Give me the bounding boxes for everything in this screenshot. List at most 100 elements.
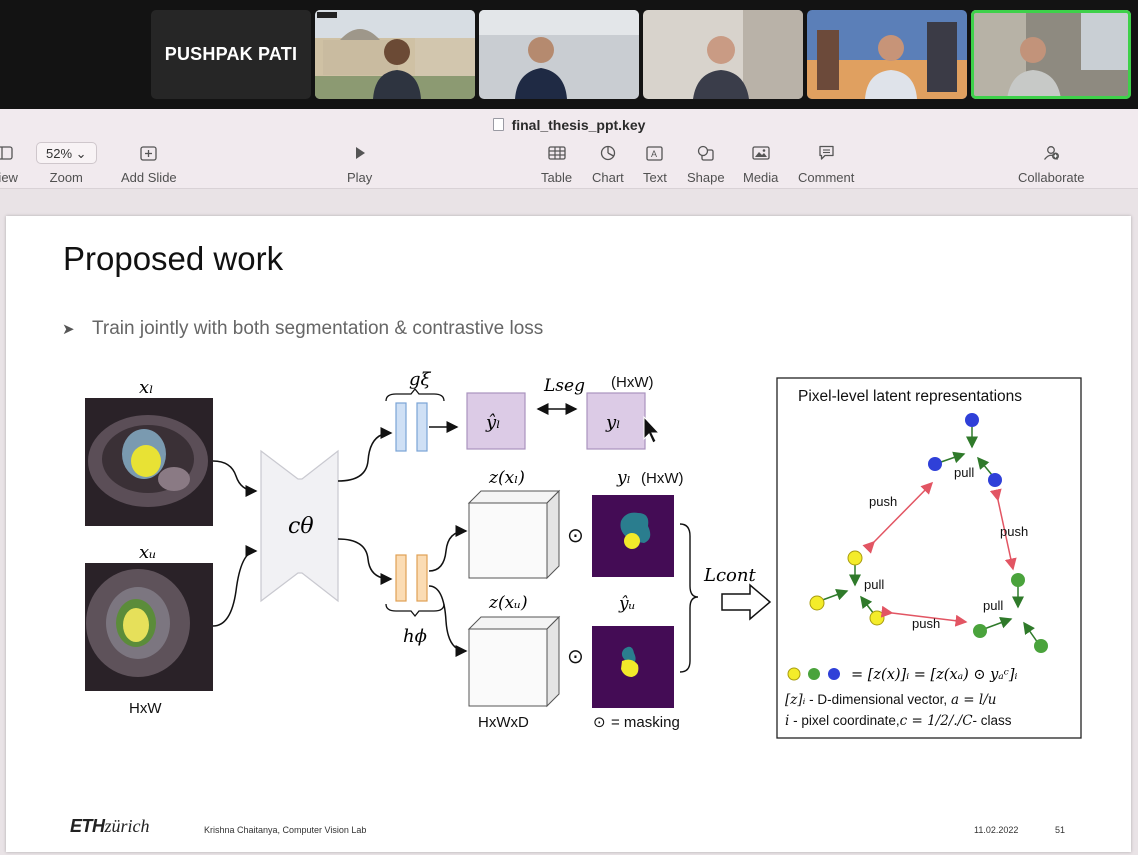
z-xu-label: z(xᵤ) [488,593,528,613]
gt-size-label: (HxW) [611,374,653,391]
definition-line-2: i - pixel coordinate,c = 1/2/./C- class [785,713,1012,729]
document-icon [492,118,504,131]
mri-image-unlabeled [85,563,213,691]
zoom-select[interactable]: 52% ⌄ [36,142,97,164]
pull-label-yellow: pull [864,577,884,592]
encoder-label: cθ [288,514,314,539]
latent-equation: = [z(x)]ᵢ = [z(xₐ) ⊙ yₐᶜ]ᵢ [851,667,1017,683]
participant-video-4[interactable] [807,10,967,99]
contrastive-loss-label: Lcont [703,565,756,586]
participant-name: PUSHPAK PATI [164,44,298,64]
comment-button[interactable]: Comment [798,142,854,185]
slide-title: Proposed work [63,240,284,277]
mri-image-labeled [85,398,213,526]
slide-bullet: ➤ Train jointly with both segmentation & … [62,318,544,339]
view-button[interactable]: View [0,142,18,185]
legend-yellow-dot [787,667,801,681]
push-label-2: push [1000,524,1028,539]
text-icon: A [646,142,664,164]
media-button[interactable]: Media [743,142,778,185]
footer-author: Krishna Chaitanya, Computer Vision Lab [204,825,367,835]
masking-operator-1: ⊙ [567,523,584,547]
blue-point [988,473,1002,487]
blue-point [965,413,979,427]
h-head-layer-1 [395,554,407,602]
participant-video-4-image [807,10,967,99]
g-head-layer-1 [395,402,407,452]
ground-truth-label: yₗ [605,412,621,433]
blue-point [928,457,942,471]
unlabeled-mask-image [592,626,674,708]
collaborate-button[interactable]: Collaborate [1018,142,1085,185]
g-head-label: gξ [409,369,432,390]
pull-label-blue: pull [954,465,974,480]
bullet-arrow-icon: ➤ [62,321,75,338]
participant-tile-name[interactable]: PUSHPAK PATI [151,10,311,99]
document-title: final_thesis_ppt.key [0,117,1138,133]
latent-panel [776,377,1082,739]
shape-icon [697,142,715,164]
z-xl-label: z(xₗ) [488,468,525,488]
add-slide-icon [140,142,157,164]
method-diagram: xₗ xᵤ HxW cθ gξ ŷₗ Lseg (HxW) yₗ hϕ z(xₗ… [85,369,1082,739]
feature-size-label: HxWxD [478,714,529,731]
text-button[interactable]: A Text [643,142,667,185]
play-icon [353,142,367,164]
g-head-layer-2 [416,402,428,452]
masking-legend-symbol: ⊙ [593,713,606,731]
x-u-label: xᵤ [139,542,156,563]
feature-cube-unlabeled [467,615,561,708]
footer-date: 11.02.2022 [974,825,1019,835]
h-head-layer-2 [416,554,428,602]
sidebar-icon [0,142,13,164]
participant-video-5-image [971,10,1131,99]
participant-video-1[interactable] [315,10,475,99]
chart-button[interactable]: Chart [592,142,624,185]
chevron-down-icon: ⌄ [75,146,87,161]
video-strip: PUSHPAK PATI [0,0,1138,109]
comment-icon [818,142,835,164]
mask-yl-label: yₗ [616,468,631,488]
table-button[interactable]: Table [541,142,572,185]
push-label-1: push [869,494,897,509]
green-point [1034,639,1048,653]
green-point [1011,573,1025,587]
play-button[interactable]: Play [347,142,372,185]
participant-video-1-image [315,10,475,99]
prediction-label: ŷₗ [485,412,501,433]
labeled-mask-image [592,495,674,577]
canvas-background [0,190,1138,216]
participant-video-2[interactable] [479,10,639,99]
participant-video-3[interactable] [643,10,803,99]
slide-canvas[interactable]: Proposed work ➤ Train jointly with both s… [6,216,1131,852]
green-point [973,624,987,638]
h-head-label: hϕ [403,626,427,647]
feature-cube-labeled [467,489,561,580]
x-l-label: xₗ [139,377,154,398]
slide-number: 51 [1055,825,1066,835]
legend-green-dot [808,668,820,680]
zoom-button[interactable]: 52% ⌄ Zoom [36,142,97,185]
collaborate-icon [1041,142,1061,164]
pull-label-green: pull [983,598,1003,613]
mouse-cursor-icon [643,415,661,444]
svg-text:A: A [651,149,657,159]
table-icon [547,142,566,164]
mask-yu-label: ŷᵤ [618,594,635,614]
shape-button[interactable]: Shape [687,142,725,185]
seg-loss-label: Lseg [543,376,585,396]
masking-legend-text: = masking [611,714,680,731]
participant-video-3-image [643,10,803,99]
input-size-label: HxW [129,700,162,717]
yellow-point [847,550,863,566]
yellow-point [869,610,885,626]
add-slide-button[interactable]: Add Slide [121,142,177,185]
definition-line-1: [z]ᵢ - D-dimensional vector, a = l/u [785,692,996,708]
push-label-3: push [912,616,940,631]
media-icon [752,142,770,164]
latent-panel-title: Pixel-level latent representations [798,388,1022,405]
hollow-arrow-icon [721,583,772,621]
right-brace [679,523,699,673]
chart-icon [600,142,616,164]
participant-video-5-active-speaker[interactable] [971,10,1131,99]
